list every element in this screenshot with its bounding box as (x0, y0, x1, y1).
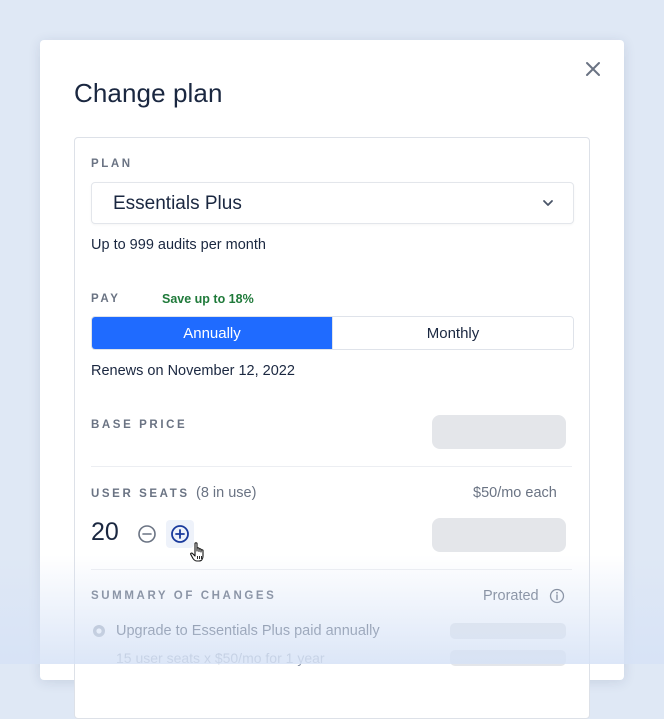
renewal-date: Renews on November 12, 2022 (91, 363, 295, 379)
summary-item-skeleton (450, 623, 566, 639)
divider (91, 569, 572, 570)
plus-circle-icon (171, 525, 189, 543)
seat-price-skeleton (432, 518, 566, 552)
change-plan-modal: Change plan PLAN Essentials Plus Up to 9… (40, 40, 624, 719)
user-seats-label: USER SEATS (91, 488, 190, 500)
prorated-label: Prorated (483, 588, 539, 604)
close-icon (586, 62, 600, 76)
billing-toggle: Annually Monthly (91, 316, 574, 350)
base-price-label: BASE PRICE (91, 419, 188, 431)
billing-option-annually[interactable]: Annually (92, 317, 332, 349)
summary-label: SUMMARY OF CHANGES (91, 590, 277, 602)
summary-item: Upgrade to Essentials Plus paid annually (116, 623, 380, 639)
plan-label: PLAN (91, 158, 133, 170)
pay-label: PAY (91, 293, 121, 305)
seat-count: 20 (91, 518, 119, 546)
plan-select-value: Essentials Plus (113, 193, 242, 214)
chevron-down-icon (543, 200, 553, 206)
plan-select[interactable]: Essentials Plus (91, 182, 574, 224)
seats-in-use: (8 in use) (196, 485, 257, 501)
divider (91, 466, 572, 467)
decrease-seats-button[interactable] (137, 524, 157, 544)
plan-description: Up to 999 audits per month (91, 237, 266, 253)
modal-title: Change plan (74, 78, 223, 108)
close-button[interactable] (582, 58, 604, 80)
billing-option-monthly[interactable]: Monthly (332, 317, 573, 349)
minus-circle-icon (138, 525, 156, 543)
info-icon[interactable] (549, 588, 565, 604)
hand-cursor-icon (190, 542, 204, 562)
base-price-skeleton (432, 415, 566, 449)
savings-badge: Save up to 18% (162, 292, 254, 306)
status-dot-icon (93, 625, 105, 637)
plan-card: PLAN Essentials Plus Up to 999 audits pe… (74, 137, 590, 719)
seat-price: $50/mo each (473, 485, 557, 501)
